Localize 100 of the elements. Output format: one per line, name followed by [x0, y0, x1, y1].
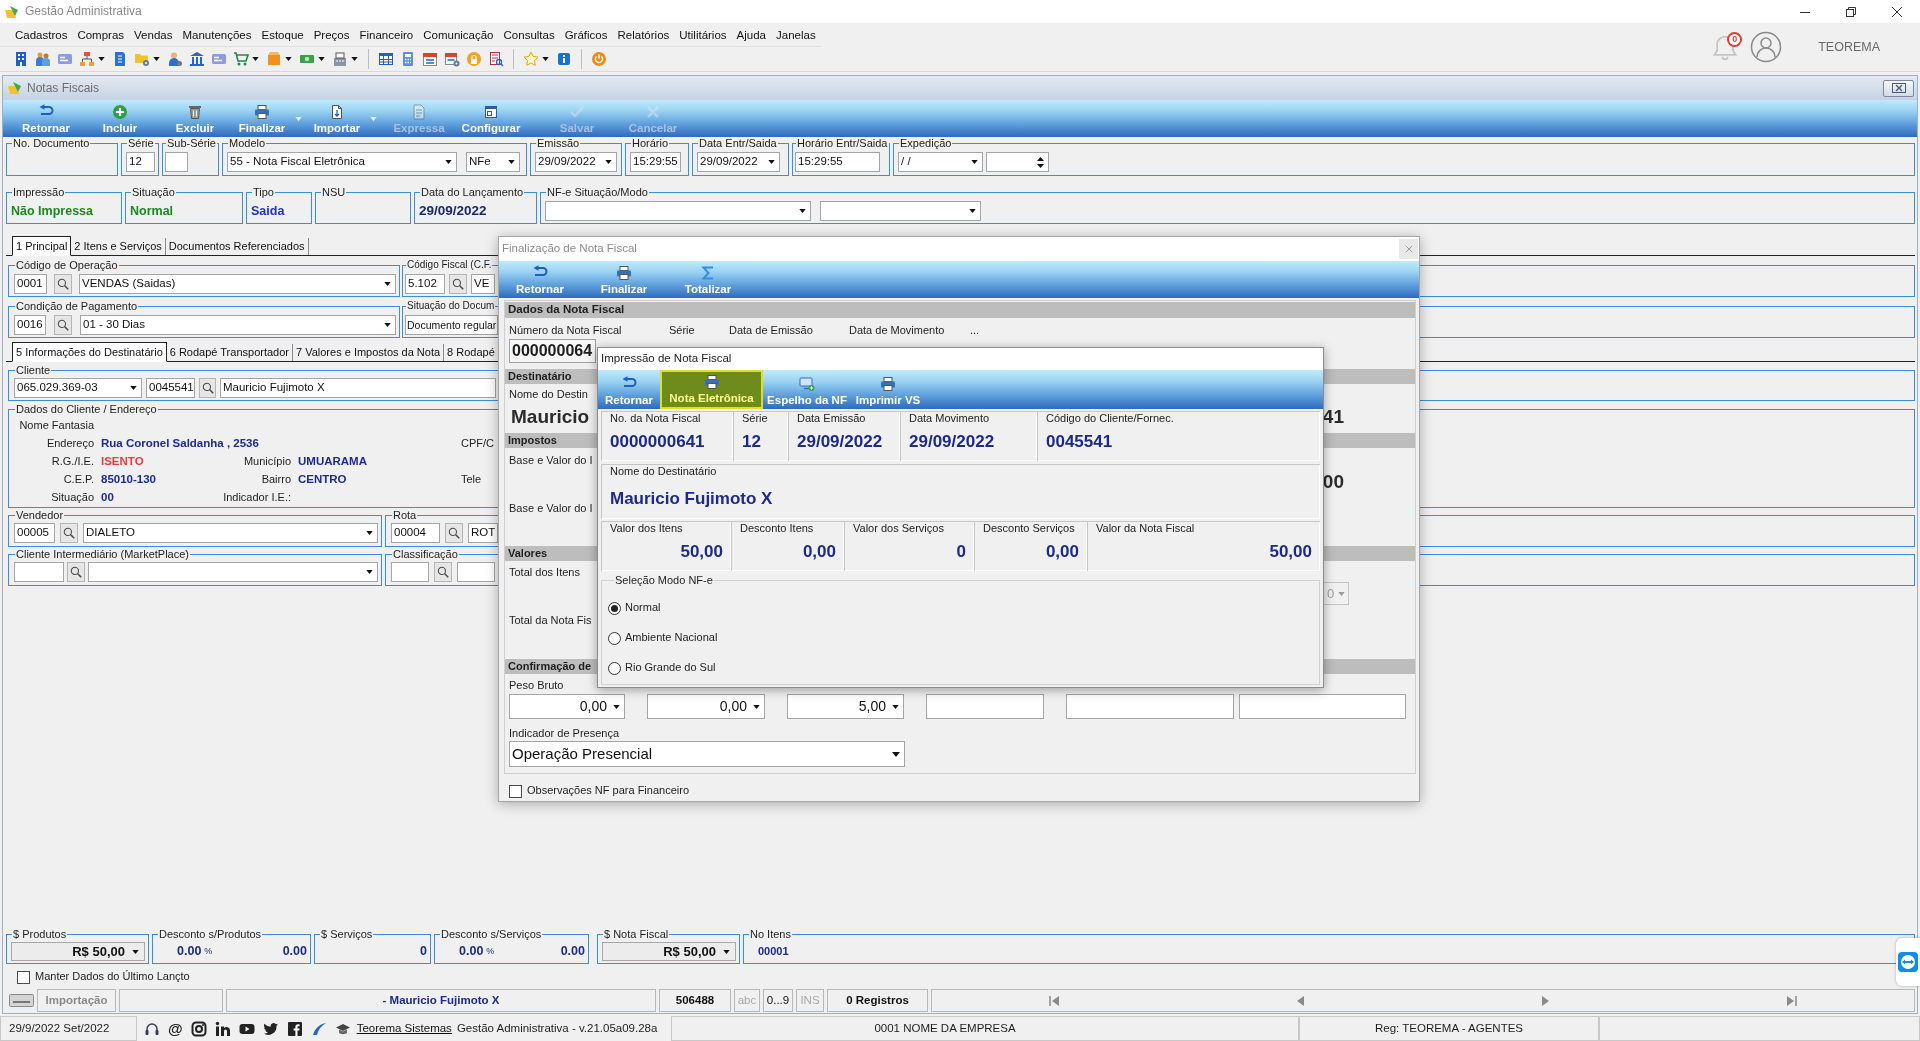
menu-item[interactable]: Consultas [498, 27, 560, 42]
report-search-icon[interactable] [488, 51, 504, 67]
dropdown[interactable]: 55 - Nota Fiscal Eletrônica [227, 152, 457, 172]
dropdown[interactable]: R$ 50,00 [11, 942, 145, 961]
person-icon[interactable] [167, 51, 183, 67]
input-field[interactable] [926, 694, 1044, 719]
number-field[interactable]: 000000064 [509, 339, 596, 363]
input-field[interactable]: VE [471, 274, 495, 294]
dropdown[interactable]: R$ 50,00 [602, 942, 736, 961]
people-icon[interactable] [35, 51, 51, 67]
dropdown[interactable]: 29/09/2022 [697, 152, 780, 172]
card-icon[interactable] [211, 51, 227, 67]
menu-item[interactable]: Cadastros [10, 27, 73, 42]
linkedin-icon[interactable] [214, 1020, 231, 1037]
input-field[interactable]: 0016 [14, 315, 46, 335]
caret-icon[interactable] [285, 57, 292, 61]
search-button[interactable] [54, 315, 72, 335]
radio-button[interactable] [608, 601, 621, 615]
tab[interactable]: 1 Principal [12, 236, 72, 256]
menu-item[interactable]: Financeiro [354, 27, 419, 42]
input-field[interactable]: Mauricio Fujimoto X [220, 378, 496, 398]
search-button[interactable] [199, 378, 216, 398]
checkbox[interactable] [509, 784, 522, 798]
last-page-icon[interactable] [1785, 994, 1797, 1007]
at-sign-icon[interactable]: @ [168, 1020, 183, 1037]
hierarchy-icon[interactable] [79, 51, 95, 67]
menu-item[interactable]: Janelas [771, 27, 821, 42]
caret-icon[interactable] [153, 57, 160, 61]
input-field[interactable]: 00005 [14, 523, 55, 543]
search-button[interactable] [434, 562, 452, 582]
input-field[interactable]: 5.102 [405, 274, 445, 294]
input-field[interactable] [1239, 694, 1406, 719]
input-field[interactable] [14, 562, 64, 582]
radio-button[interactable] [608, 661, 621, 675]
caret-icon[interactable] [98, 57, 105, 61]
star-icon[interactable] [523, 51, 539, 67]
radio-button[interactable] [608, 631, 621, 645]
document-icon[interactable] [112, 51, 128, 67]
checkbox[interactable] [17, 970, 30, 984]
calendar-icon[interactable] [422, 51, 438, 67]
dropdown[interactable]: 29/09/2022 [535, 152, 617, 172]
input-field[interactable] [391, 562, 429, 582]
menu-item[interactable]: Utilitários [674, 27, 732, 42]
headset-icon[interactable] [144, 1020, 160, 1037]
calendar-gear-icon[interactable] [444, 51, 460, 67]
tab[interactable]: 6 Rodapé Transportador [166, 344, 293, 361]
table-icon[interactable] [378, 51, 394, 67]
dropdown[interactable]: 0,00 [647, 694, 765, 719]
dropdown[interactable]: DIALETO [83, 523, 378, 543]
user-icon[interactable] [1750, 31, 1783, 63]
link[interactable]: Teorema Sistemas [356, 1021, 452, 1036]
search-button[interactable] [54, 274, 72, 294]
menu-item[interactable]: Ajuda [731, 27, 771, 42]
tab[interactable]: 2 Itens e Serviços [71, 238, 166, 255]
cart-icon[interactable] [233, 51, 249, 67]
tab[interactable]: 7 Valores e Impostos da Nota [293, 344, 445, 361]
facebook-icon[interactable] [286, 1020, 303, 1037]
input-field[interactable] [165, 152, 188, 172]
toolbar-button[interactable]: Retornar [600, 370, 658, 409]
input-field[interactable] [1066, 694, 1234, 719]
toolbar-button[interactable]: Nota Eletrônica [660, 370, 763, 409]
dropdown[interactable]: 01 - 30 Dias [80, 315, 396, 335]
menu-item[interactable]: Vendas [129, 27, 178, 42]
search-button[interactable] [60, 523, 78, 543]
info-icon[interactable] [556, 51, 572, 67]
tab[interactable]: 5 Informações do Destinatário [12, 342, 167, 362]
swoosh-icon[interactable] [310, 1020, 327, 1037]
dropdown[interactable]: NFe [466, 152, 520, 172]
close-button[interactable] [1883, 79, 1914, 97]
folder-gear-icon[interactable] [134, 51, 150, 67]
caret-icon[interactable] [252, 57, 259, 61]
dropdown[interactable]: 5,00 [787, 694, 904, 719]
bank-icon[interactable] [189, 51, 205, 67]
menu-item[interactable]: Gráficos [559, 27, 613, 42]
input-field[interactable] [457, 562, 495, 582]
register-icon[interactable] [332, 51, 348, 67]
menu-item[interactable]: Preços [308, 27, 355, 42]
search-button[interactable] [67, 562, 85, 582]
menu-item[interactable]: Manutenções [177, 27, 257, 42]
power-icon[interactable] [591, 51, 607, 67]
menu-item[interactable]: Estoque [256, 27, 309, 42]
card-icon[interactable] [57, 51, 73, 67]
input-field[interactable]: 0045541 [146, 378, 195, 398]
input-field[interactable]: 15:29:55 [630, 152, 681, 172]
dropdown[interactable]: VENDAS (Saidas) [79, 274, 396, 294]
input-field[interactable]: Documento regular [405, 315, 498, 335]
menu-item[interactable]: Comunicação [418, 27, 499, 42]
spin-arrows-icon[interactable] [1037, 156, 1044, 168]
caret-icon[interactable] [542, 57, 549, 61]
dropdown[interactable]: 065.029.369-03 [14, 378, 142, 398]
input-field[interactable]: 00004 [391, 523, 440, 543]
menu-item[interactable]: Relatórios [612, 27, 675, 42]
caret-icon[interactable] [318, 57, 325, 61]
search-button[interactable] [445, 523, 463, 543]
toolbar-button[interactable]: Espelho da NF [766, 370, 848, 409]
spin-field[interactable] [986, 152, 1049, 172]
bell-icon[interactable] [1711, 33, 1740, 61]
caret-icon[interactable] [351, 57, 358, 61]
input-field[interactable]: 12 [126, 152, 155, 172]
dropdown[interactable]: Operação Presencial [509, 741, 905, 767]
